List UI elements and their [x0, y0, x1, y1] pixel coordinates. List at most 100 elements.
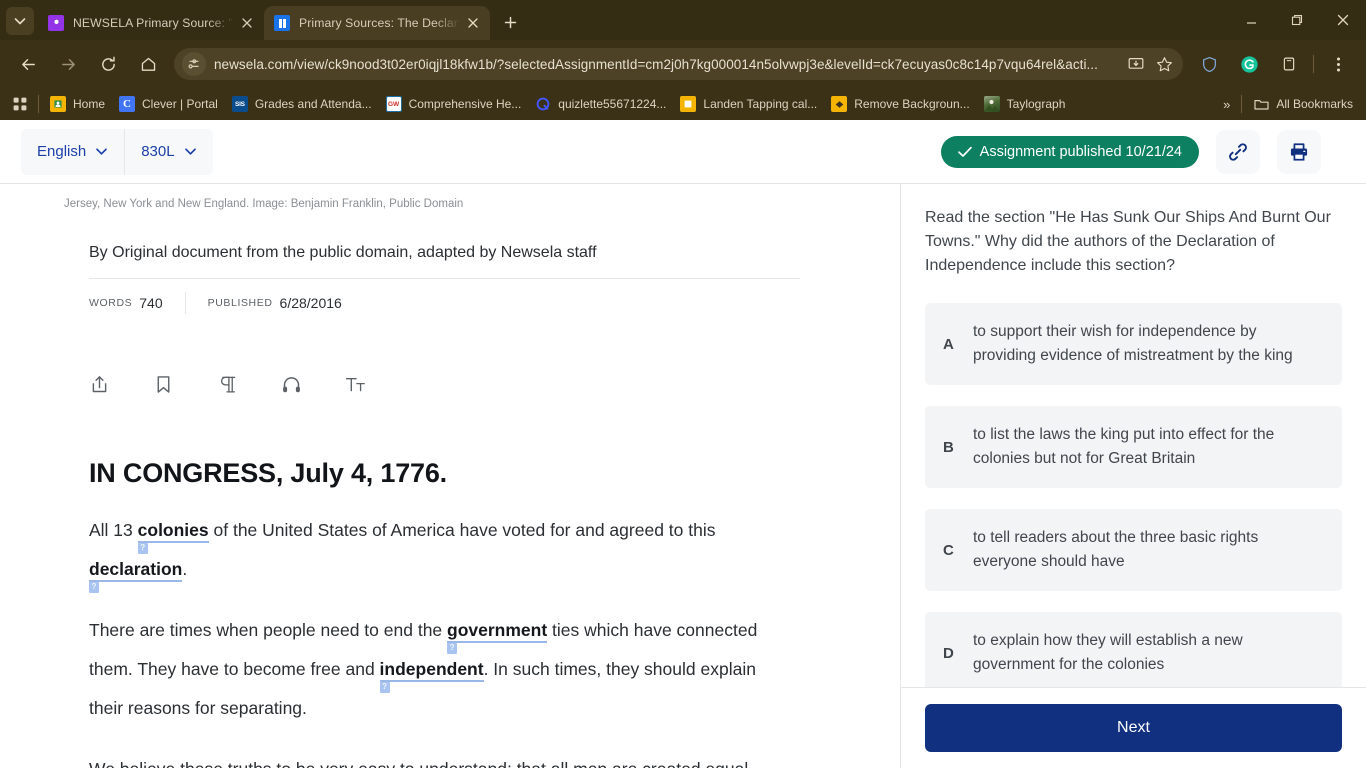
browser-tab-2[interactable]: Primary Sources: The Declarati: [264, 6, 490, 40]
photo-icon: [983, 96, 1000, 112]
close-icon: [1337, 14, 1349, 26]
bookmark-label: Taylograph: [1006, 97, 1066, 111]
vocab-word-independent[interactable]: independent: [379, 659, 484, 683]
newsela-toolbar: English 830L Assignment published 10/21/…: [0, 120, 1366, 184]
print-button[interactable]: [1277, 129, 1321, 174]
lexile-level-selector[interactable]: 830L: [125, 129, 212, 175]
choice-text: to support their wish for independence b…: [973, 323, 1293, 364]
published-value: 6/28/2016: [279, 295, 342, 312]
choice-letter: D: [943, 644, 954, 662]
choice-letter: A: [943, 335, 954, 353]
bookmark-landen-tapping-cal[interactable]: Landen Tapping cal...: [673, 92, 824, 116]
toolbar-divider: [1313, 55, 1314, 73]
bookmark-star-button[interactable]: [1151, 51, 1177, 77]
paragraph-icon: [220, 376, 236, 393]
text-run: There are times when people need to end …: [89, 620, 448, 641]
newsela-icon: [48, 15, 64, 31]
bookmark-icon: [157, 375, 170, 393]
text-size-button[interactable]: [345, 366, 409, 402]
bookmark-taylograph[interactable]: Taylograph: [977, 92, 1073, 116]
next-button[interactable]: Next: [925, 704, 1342, 752]
minimize-button[interactable]: [1228, 0, 1274, 40]
address-bar[interactable]: newsela.com/view/ck9nood3t02er0iqjl18kfw…: [174, 48, 1183, 80]
answer-choice-c[interactable]: C to tell readers about the three basic …: [925, 509, 1342, 591]
share-icon: [92, 375, 107, 392]
overflow-label: »: [1223, 96, 1231, 112]
answer-choice-a[interactable]: A to support their wish for independence…: [925, 303, 1342, 385]
meta-vertical-divider: [184, 292, 186, 315]
apps-shortcut-button[interactable]: [6, 92, 34, 116]
reload-button[interactable]: [92, 48, 124, 80]
quizlet-icon: [535, 96, 551, 112]
tab-search-button[interactable]: [6, 7, 34, 35]
close-icon: [468, 18, 478, 28]
browser-window: NEWSELA Primary Source: "Th Primary Sour…: [0, 0, 1366, 768]
grammarly-icon: [1240, 55, 1258, 73]
vocab-word-colonies[interactable]: colonies: [137, 520, 209, 544]
back-button[interactable]: [12, 48, 44, 80]
reload-icon: [101, 56, 115, 71]
navigation-toolbar: newsela.com/view/ck9nood3t02er0iqjl18kfw…: [0, 40, 1366, 88]
grid-icon: [13, 97, 27, 111]
bookmarks-divider: [38, 95, 39, 113]
bookmark-clever-portal[interactable]: C Clever | Portal: [112, 92, 225, 116]
bookmark-remove-background[interactable]: Remove Backgroun...: [824, 92, 976, 116]
bookmark-label: Landen Tapping cal...: [703, 97, 818, 111]
close-window-button[interactable]: [1320, 0, 1366, 40]
bookmark-grades-attendance[interactable]: SIS Grades and Attenda...: [225, 92, 379, 116]
meta-divider: [89, 278, 800, 280]
text-run: of the United States of America have vot…: [208, 520, 716, 541]
article-tools: [64, 366, 800, 402]
close-tab-button[interactable]: [238, 14, 256, 32]
all-bookmarks-label: All Bookmarks: [1276, 97, 1353, 111]
close-tab-button[interactable]: [464, 14, 482, 32]
back-arrow-icon: [21, 58, 35, 70]
browser-tab-1[interactable]: NEWSELA Primary Source: "Th: [38, 6, 264, 40]
bookmark-label: quizlette55671224...: [558, 97, 667, 111]
choice-text: to tell readers about the three basic ri…: [973, 529, 1259, 570]
answer-choice-d[interactable]: D to explain how they will establish a n…: [925, 612, 1342, 687]
new-tab-button[interactable]: [496, 8, 524, 36]
bookmarks-divider-right: [1241, 95, 1243, 113]
page-content: English 830L Assignment published 10/21/…: [0, 120, 1366, 768]
tab-title: Primary Sources: The Declarati: [299, 16, 460, 30]
grammarly-extension-button[interactable]: [1233, 48, 1265, 80]
check-icon: [957, 146, 972, 157]
browser-menu-button[interactable]: [1322, 48, 1354, 80]
vocab-word-declaration[interactable]: declaration: [89, 559, 183, 583]
bookmark-quizlet[interactable]: quizlette55671224...: [528, 92, 673, 116]
share-link-button[interactable]: [1216, 129, 1260, 174]
gw-icon: GW: [385, 96, 402, 112]
language-selector[interactable]: English: [21, 128, 126, 175]
chevron-down-icon: [184, 148, 196, 155]
install-app-button[interactable]: [1123, 51, 1149, 77]
shield-extension-button[interactable]: [1193, 48, 1225, 80]
headphones-icon: [283, 376, 300, 392]
shield-icon: [1202, 56, 1216, 72]
maximize-button[interactable]: [1274, 0, 1320, 40]
maximize-icon: [1291, 14, 1303, 26]
listen-audio-button[interactable]: [281, 366, 345, 402]
forward-arrow-icon: [61, 58, 75, 70]
article-paragraph-1: All 13 colonies of the United States of …: [64, 511, 784, 589]
article-paragraph-3: We believe these truths to be very easy …: [64, 750, 784, 768]
home-button[interactable]: [132, 48, 164, 80]
share-article-button[interactable]: [89, 366, 153, 402]
bookmark-comprehensive-health[interactable]: GW Comprehensive He...: [379, 92, 529, 116]
bookmarks-overflow-button[interactable]: »: [1216, 92, 1237, 116]
paragraph-numbers-button[interactable]: [217, 366, 281, 402]
answer-choice-b[interactable]: B to list the laws the king put into eff…: [925, 406, 1342, 488]
bookmark-home[interactable]: Home: [43, 92, 112, 116]
clipboard-extension-button[interactable]: [1273, 48, 1305, 80]
article-meta: WORDS 740 PUBLISHED 6/28/2016: [64, 292, 800, 315]
text-size-icon: [345, 377, 365, 391]
bookmark-article-button[interactable]: [153, 366, 217, 402]
forward-button[interactable]: [52, 48, 84, 80]
all-bookmarks-button[interactable]: All Bookmarks: [1246, 92, 1360, 116]
published-label: PUBLISHED: [207, 297, 273, 310]
bookmark-label: Grades and Attenda...: [254, 97, 372, 111]
page-settings-icon[interactable]: [182, 52, 206, 76]
three-dot-menu-icon: [1336, 57, 1340, 71]
bookmarks-bar: Home C Clever | Portal SIS Grades and At…: [0, 88, 1366, 120]
vocab-word-government[interactable]: government: [447, 620, 548, 644]
